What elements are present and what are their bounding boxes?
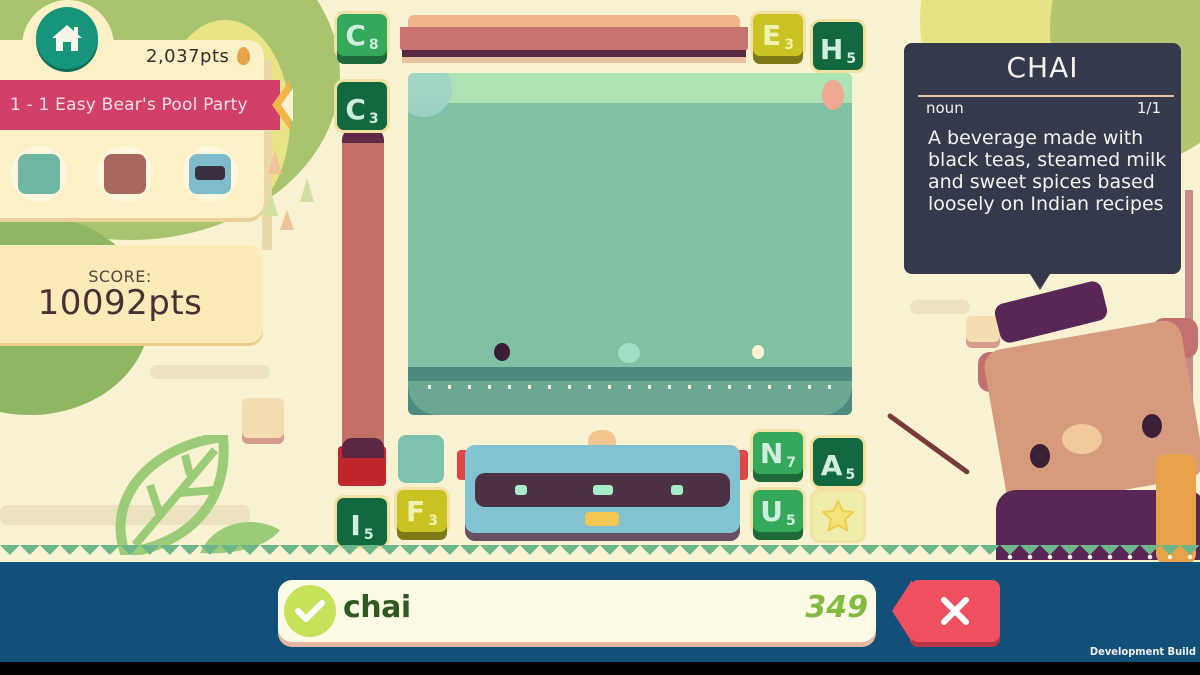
bear-eye: [1030, 444, 1050, 468]
pool-shallow-edge: [408, 73, 852, 103]
pool-ring: [408, 73, 452, 117]
current-word-score: 349: [805, 590, 868, 625]
robot-plate: [585, 512, 619, 526]
tile-letter: E: [762, 19, 782, 52]
pool-ball-light: [752, 345, 764, 359]
definition-text: A beverage made with black teas, steamed…: [928, 127, 1167, 215]
bear-canopy-top: [400, 15, 748, 63]
character-badge-bear[interactable]: [97, 146, 153, 202]
tile-points: 5: [846, 51, 857, 67]
tile-letter: N: [759, 437, 784, 470]
pool-flower: [822, 80, 844, 110]
pool-ball-face: [618, 343, 640, 363]
tile-letter: U: [760, 495, 783, 528]
letter-tile-c3[interactable]: C3: [337, 82, 387, 130]
definition-part-of-speech: noun: [926, 99, 964, 117]
clear-word-button[interactable]: [892, 580, 1000, 642]
home-icon: [52, 25, 82, 51]
background-cloud: [910, 300, 970, 314]
submit-word-button[interactable]: [284, 585, 336, 637]
star-tile[interactable]: [813, 492, 863, 540]
letter-tile-n7[interactable]: N7: [753, 432, 803, 474]
tile-letter: F: [406, 495, 426, 528]
letter-tile-c8[interactable]: C8: [337, 14, 387, 56]
leaf-decoration: [115, 435, 280, 555]
canopy-head: [342, 128, 384, 144]
tile-points: 3: [428, 513, 438, 529]
letter-tile-a5[interactable]: A5: [813, 438, 863, 486]
tile-letter: A: [820, 449, 843, 482]
character-badge-zombie[interactable]: [11, 146, 67, 202]
robot-mouth: [593, 485, 613, 495]
letter-tile-f3[interactable]: F3: [397, 490, 447, 532]
canopy-body: [400, 27, 748, 51]
tile-points: 5: [363, 527, 374, 543]
tile-letter: C: [345, 93, 366, 126]
bear-character-icon: [104, 154, 146, 194]
background-block: [242, 398, 284, 438]
bear-face: [342, 438, 384, 458]
current-word: chai: [343, 590, 411, 625]
pool-board: [408, 73, 852, 415]
tile-points: 8: [368, 37, 379, 53]
letter-tile-h5[interactable]: H5: [813, 22, 863, 70]
pool-lights: [428, 385, 838, 389]
score-value: 10092pts: [37, 283, 203, 323]
teacher-pointer-stick: [886, 412, 971, 476]
zombie-character: [398, 435, 444, 483]
canopy-base: [402, 57, 746, 63]
banner-notch-inner: [281, 88, 293, 122]
development-build-label: Development Build: [1089, 645, 1196, 658]
character-badge-robot[interactable]: [182, 146, 238, 202]
background-cone: [280, 210, 294, 230]
tile-letter: H: [819, 33, 844, 66]
total-points: 2,037pts: [146, 46, 230, 67]
tile-points: 5: [786, 513, 796, 529]
robot-eye: [671, 485, 683, 495]
zombie-character-icon: [18, 154, 60, 194]
background-cone: [268, 150, 282, 174]
robot-character: [457, 430, 748, 542]
bear-eye: [1142, 414, 1162, 438]
star-icon: [822, 500, 854, 532]
letter-tile-i5[interactable]: I5: [337, 498, 387, 546]
egg-icon: [237, 47, 250, 65]
tile-points: 7: [786, 455, 797, 471]
letterbox-bar: [0, 662, 1200, 675]
background-cone: [264, 192, 278, 216]
robot-eye: [515, 485, 527, 495]
tile-points: 3: [368, 111, 379, 127]
score-panel: SCORE: 10092pts: [0, 245, 263, 343]
robot-character-icon: [189, 154, 231, 194]
canopy-body: [342, 143, 384, 461]
tile-letter: I: [350, 509, 361, 542]
background-cone: [300, 178, 314, 202]
tile-points: 5: [845, 467, 856, 483]
close-icon: [941, 597, 969, 625]
home-button[interactable]: [36, 7, 98, 69]
level-title-banner: 1 - 1 Easy Bear's Pool Party: [0, 80, 280, 130]
check-icon: [295, 600, 325, 622]
word-definition-tooltip: CHAI noun 1/1 A beverage made with black…: [904, 43, 1181, 290]
tile-points: 3: [784, 37, 794, 53]
game-scene: 2,037pts 1 - 1 Easy Bear's Pool Party SC…: [0, 0, 1200, 662]
definition-count: 1/1: [1136, 99, 1161, 117]
bear-canopy-left: [338, 128, 386, 486]
definition-divider: [918, 95, 1174, 97]
background-cloud: [150, 365, 270, 379]
tile-letter: C: [345, 19, 366, 52]
letter-tile-e3[interactable]: E3: [753, 14, 803, 56]
professor-bear-character: [966, 279, 1200, 564]
bear-snout: [1062, 424, 1102, 454]
definition-word: CHAI: [1006, 51, 1079, 84]
zigzag-dots: [0, 554, 1200, 560]
pool-ball-dark: [494, 343, 510, 361]
letter-tile-u5[interactable]: U5: [753, 490, 803, 532]
